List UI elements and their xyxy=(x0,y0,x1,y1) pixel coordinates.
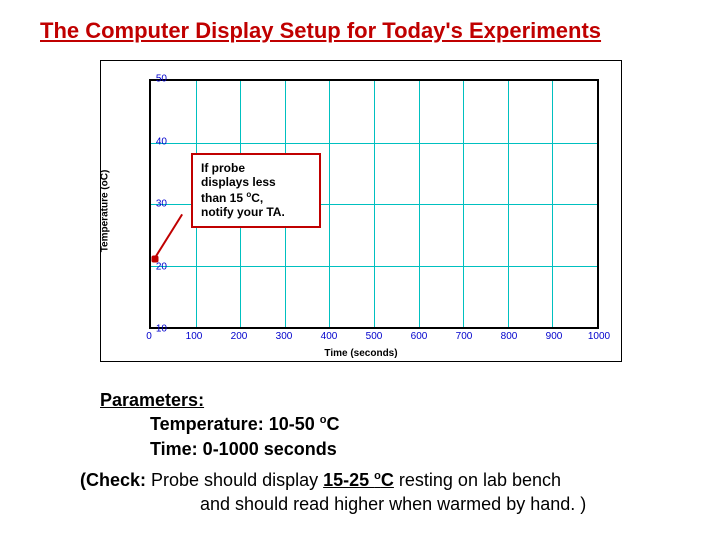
parameters-heading: Parameters: xyxy=(100,390,204,410)
xtick: 1000 xyxy=(588,331,610,342)
xtick: 300 xyxy=(276,331,293,342)
param-temperature: Temperature: 10-50 xyxy=(150,414,320,434)
gridline-h xyxy=(151,266,597,267)
ytick: 20 xyxy=(156,261,167,272)
check-range: 15-25 oC xyxy=(323,470,394,490)
check-text: Probe should display xyxy=(146,470,323,490)
callout-box: If probe displays less than 15 oC, notif… xyxy=(191,153,321,228)
xtick: 400 xyxy=(321,331,338,342)
xtick: 100 xyxy=(186,331,203,342)
gridline-h xyxy=(151,143,597,144)
ytick: 40 xyxy=(156,136,167,147)
chart-container: Temperature (oC) Time (seconds) 10 20 30… xyxy=(100,60,622,362)
xtick: 500 xyxy=(366,331,383,342)
xtick: 800 xyxy=(501,331,518,342)
page-title: The Computer Display Setup for Today's E… xyxy=(40,18,601,44)
check-text: resting on lab bench xyxy=(394,470,561,490)
x-axis-label: Time (seconds) xyxy=(101,348,621,359)
check-text-line2: and should read higher when warmed by ha… xyxy=(200,492,586,516)
param-time: Time: 0-1000 seconds xyxy=(150,439,337,459)
callout-text: If probe xyxy=(201,161,245,175)
xtick: 600 xyxy=(411,331,428,342)
xtick: 900 xyxy=(546,331,563,342)
ytick: 30 xyxy=(156,199,167,210)
parameters-block: Parameters: Temperature: 10-50 oC Time: … xyxy=(100,388,339,461)
ytick: 10 xyxy=(156,324,167,335)
callout-text: notify your TA. xyxy=(201,205,285,219)
xtick: 0 xyxy=(146,331,152,342)
callout-text: C, xyxy=(251,191,263,205)
xtick: 200 xyxy=(231,331,248,342)
callout-text: than 15 xyxy=(201,191,246,205)
check-note: (Check: Probe should display 15-25 oC re… xyxy=(80,468,586,517)
ytick: 50 xyxy=(156,74,167,85)
check-label: (Check: xyxy=(80,470,146,490)
degree-symbol: o xyxy=(374,470,381,482)
y-axis-label: Temperature (oC) xyxy=(100,170,111,253)
param-temperature-unit: C xyxy=(326,414,339,434)
callout-text: displays less xyxy=(201,175,276,189)
xtick: 700 xyxy=(456,331,473,342)
